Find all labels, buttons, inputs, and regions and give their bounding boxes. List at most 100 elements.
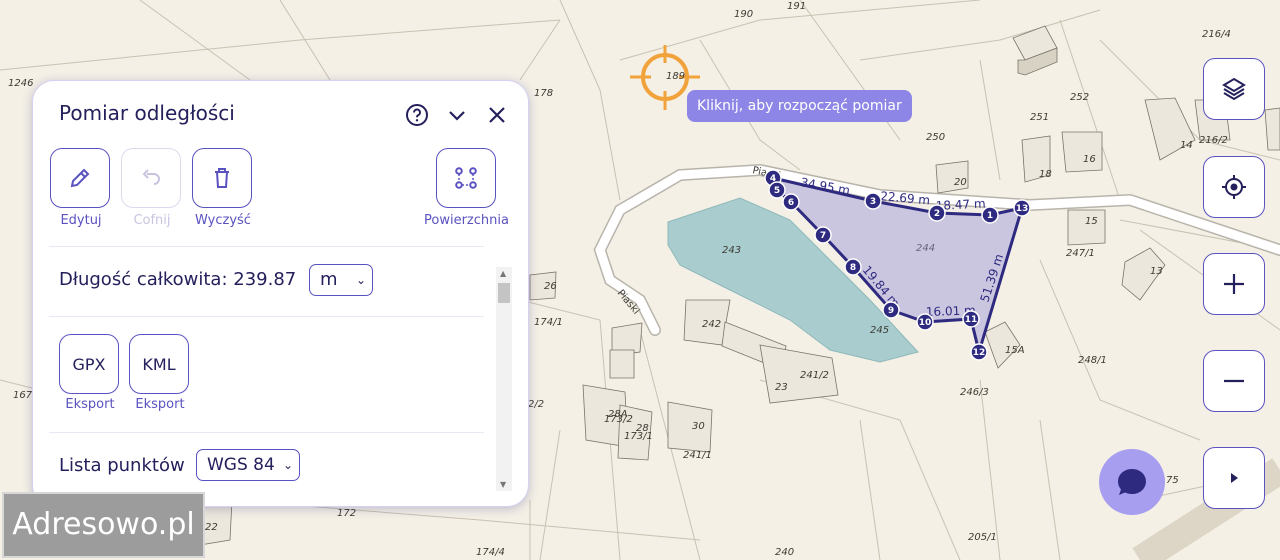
undo-label: Cofnij: [133, 213, 171, 228]
zoom-in-icon: [1224, 274, 1244, 294]
svg-text:7: 7: [820, 231, 826, 241]
parcel-label: 245: [870, 325, 889, 336]
measure-point[interactable]: 7: [814, 226, 832, 244]
crs-select[interactable]: WGS 84 ⌄: [196, 449, 300, 481]
distance-measure-panel: Pomiar odległości Edytuj Cofnij Wyczyść …: [32, 80, 529, 507]
scroll-up-icon[interactable]: ▲: [500, 269, 506, 278]
area-label: Powierzchnia: [424, 213, 509, 228]
undo-icon: [142, 169, 160, 185]
parcel-label: 243: [722, 245, 741, 256]
parcel-label: 75: [1166, 475, 1179, 486]
export-format: KML: [129, 334, 189, 394]
chevron-down-icon: ⌄: [282, 458, 293, 472]
unit-select[interactable]: m ⌄: [309, 264, 373, 296]
trash-icon: [215, 168, 229, 188]
undo-button[interactable]: Cofnij: [121, 148, 183, 228]
parcel-label: 248/1: [1078, 355, 1107, 366]
svg-text:8: 8: [850, 263, 856, 273]
measure-point[interactable]: 9: [882, 301, 900, 319]
svg-text:9: 9: [888, 306, 894, 316]
parcel-label: 174/1: [534, 317, 563, 328]
parcel-label: 173/2: [604, 414, 633, 425]
help-icon[interactable]: [405, 103, 429, 127]
parcel-label: 173/1: [624, 431, 653, 442]
parcel-label: 172: [337, 508, 356, 519]
parcel-label: 250: [926, 132, 945, 143]
parcel-label: 14: [1180, 140, 1193, 151]
svg-text:1: 1: [987, 211, 993, 221]
measure-point[interactable]: 8: [844, 258, 862, 276]
svg-text:2: 2: [934, 209, 940, 219]
chat-button[interactable]: [1099, 449, 1165, 515]
clear-label: Wyczyść: [195, 213, 251, 228]
export-label: Eksport: [65, 397, 115, 412]
clear-button[interactable]: Wyczyść: [192, 148, 254, 228]
parcel-label: 240: [775, 547, 794, 558]
parcel-label: 1246: [8, 78, 33, 89]
parcel-label: 13: [1150, 266, 1163, 277]
parcel-label: 30: [692, 421, 705, 432]
close-icon[interactable]: [485, 103, 509, 127]
parcel-label: 216/2: [1199, 135, 1228, 146]
measure-point[interactable]: 2: [928, 204, 946, 222]
svg-text:12: 12: [973, 348, 986, 358]
export-kml-button[interactable]: KML Eksport: [129, 334, 191, 412]
measure-point[interactable]: 10: [916, 313, 934, 331]
scroll-down-icon[interactable]: ▼: [500, 480, 506, 489]
locate-icon: [1222, 175, 1246, 199]
measure-point[interactable]: 13: [1013, 199, 1031, 217]
pencil-icon: [70, 168, 90, 188]
chevron-down-icon[interactable]: [445, 103, 469, 127]
svg-text:11: 11: [965, 315, 978, 325]
parcel-label: 190: [734, 9, 753, 20]
panel-scrollbar[interactable]: ▲ ▼: [496, 267, 512, 491]
parcel-label: 205/1: [968, 532, 997, 543]
layers-icon: [1222, 77, 1246, 101]
export-gpx-button[interactable]: GPX Eksport: [59, 334, 121, 412]
locate-button[interactable]: [1203, 156, 1265, 218]
edit-button[interactable]: Edytuj: [50, 148, 112, 228]
parcel-label: 242: [702, 319, 721, 330]
crs-value: WGS 84: [207, 455, 275, 475]
divider: [49, 316, 484, 317]
export-label: Eksport: [135, 397, 185, 412]
measure-point[interactable]: 3: [864, 192, 882, 210]
parcel-label: 241/2: [800, 370, 829, 381]
parcel-label: 241/1: [683, 450, 712, 461]
svg-text:10: 10: [919, 318, 932, 328]
zoom-in-button[interactable]: [1203, 253, 1265, 315]
adresowo-logo: Adresowo.pl: [2, 492, 205, 558]
divider: [49, 432, 484, 433]
svg-text:189: 189: [666, 71, 685, 82]
parcel-label: 191: [787, 1, 806, 12]
parcel-label: 26: [544, 281, 557, 292]
area-polygon-icon: [455, 167, 477, 189]
zoom-out-button[interactable]: [1203, 350, 1265, 412]
expand-button[interactable]: [1203, 447, 1265, 509]
layers-button[interactable]: [1203, 58, 1265, 120]
panel-title: Pomiar odległości: [59, 101, 235, 125]
unit-value: m: [320, 269, 338, 290]
svg-text:3: 3: [870, 197, 876, 207]
area-button[interactable]: Powierzchnia: [424, 148, 509, 228]
chevron-down-icon: ⌄: [355, 273, 366, 287]
svg-text:6: 6: [788, 198, 794, 208]
parcel-label: 246/3: [960, 387, 989, 398]
parcel-label: 2/2: [528, 399, 544, 410]
parcel-label: 251: [1030, 112, 1049, 123]
zoom-out-icon: [1224, 379, 1244, 383]
measure-point[interactable]: 5: [768, 181, 786, 199]
measure-point[interactable]: 1: [981, 206, 999, 224]
parcel-label: 167: [13, 390, 33, 401]
svg-text:13: 13: [1016, 204, 1029, 214]
edit-label: Edytuj: [60, 213, 102, 228]
export-format: GPX: [59, 334, 119, 394]
expand-icon: [1231, 473, 1238, 483]
measure-point[interactable]: 12: [970, 343, 988, 361]
scrollbar-thumb[interactable]: [498, 283, 510, 303]
parcel-label: 252: [1070, 92, 1089, 103]
measure-point[interactable]: 11: [962, 310, 980, 328]
parcel-label: 247/1: [1066, 248, 1095, 259]
parcel-label: 18: [1039, 169, 1052, 180]
measure-point[interactable]: 6: [782, 193, 800, 211]
